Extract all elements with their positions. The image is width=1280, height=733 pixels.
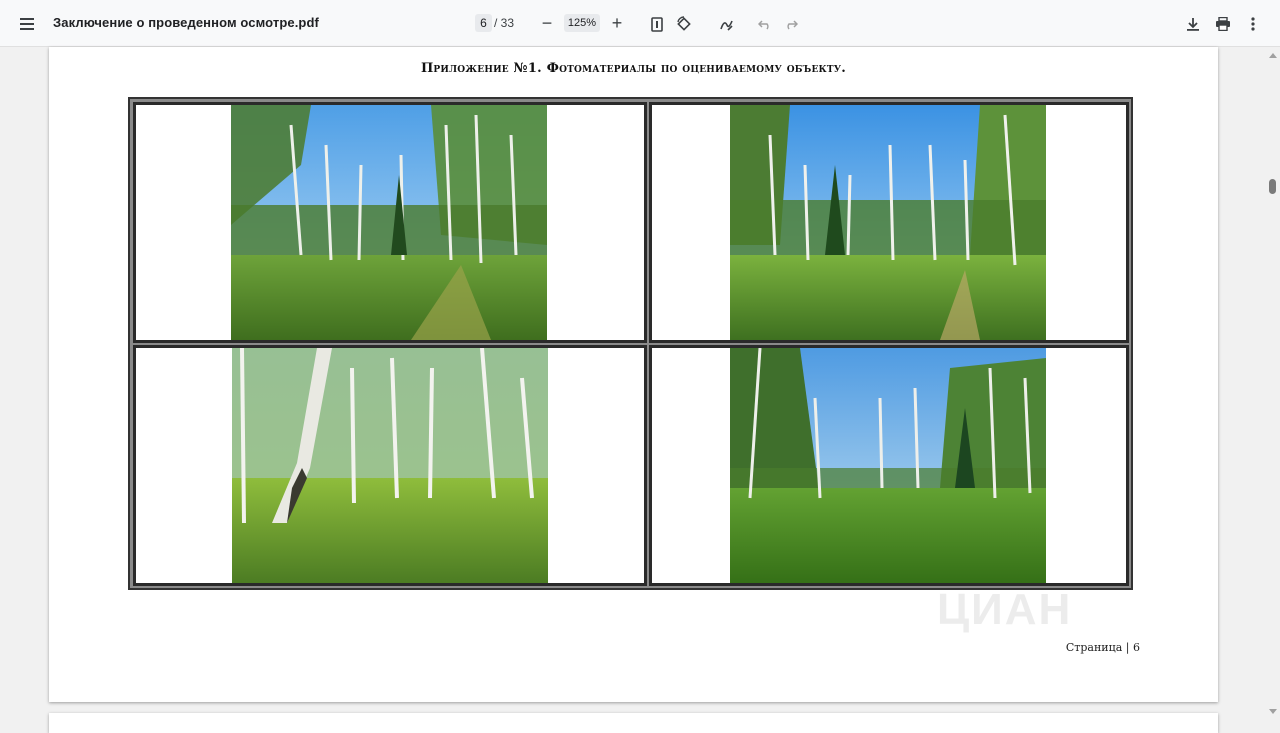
page-number-input[interactable]: 6 xyxy=(475,14,492,32)
birch-forest-photo-4 xyxy=(730,348,1046,583)
fit-page-icon[interactable] xyxy=(644,11,670,37)
footer-page-number: 6 xyxy=(1133,641,1140,654)
photo-cell xyxy=(649,102,1129,343)
birch-forest-photo-3 xyxy=(232,348,548,583)
birch-forest-photo-1 xyxy=(231,105,547,340)
footer-label: Страница xyxy=(1065,641,1123,654)
redo-icon[interactable] xyxy=(778,11,804,37)
hamburger-menu-icon[interactable] xyxy=(14,11,40,37)
scroll-up-arrow-icon[interactable] xyxy=(1269,53,1277,58)
print-icon[interactable] xyxy=(1210,11,1236,37)
undo-icon[interactable] xyxy=(752,11,778,37)
pdf-page: Приложение №1. Фотоматериалы по оценивае… xyxy=(49,47,1218,702)
document-title: Заключение о проведенном осмотре.pdf xyxy=(53,15,319,30)
page-total: / 33 xyxy=(494,16,515,30)
footer-separator: | xyxy=(1125,641,1130,654)
cian-watermark: ЦИАН xyxy=(937,585,1073,634)
zoom-in-button[interactable]: + xyxy=(608,13,626,33)
zoom-out-button[interactable]: − xyxy=(538,13,556,33)
download-icon[interactable] xyxy=(1180,11,1206,37)
zoom-level-input[interactable]: 125% xyxy=(564,14,600,32)
pdf-viewer[interactable]: Приложение №1. Фотоматериалы по оценивае… xyxy=(0,47,1280,733)
rotate-icon[interactable] xyxy=(671,11,697,37)
annotate-pen-icon[interactable] xyxy=(713,11,739,37)
photo-cell xyxy=(133,345,647,586)
birch-forest-photo-2 xyxy=(730,105,1046,340)
appendix-heading: Приложение №1. Фотоматериалы по оценивае… xyxy=(420,61,847,76)
photo-table xyxy=(128,97,1133,590)
more-vertical-icon[interactable] xyxy=(1240,11,1266,37)
scroll-thumb[interactable] xyxy=(1269,179,1276,194)
scrollbar[interactable] xyxy=(1266,47,1280,720)
pdf-toolbar: Заключение о проведенном осмотре.pdf 6 /… xyxy=(0,0,1280,47)
next-pdf-page xyxy=(49,713,1218,733)
photo-cell xyxy=(133,102,647,343)
page-footer: Страница | 6 xyxy=(1066,641,1140,654)
photo-cell xyxy=(649,345,1129,586)
scroll-down-arrow-icon[interactable] xyxy=(1269,709,1277,714)
